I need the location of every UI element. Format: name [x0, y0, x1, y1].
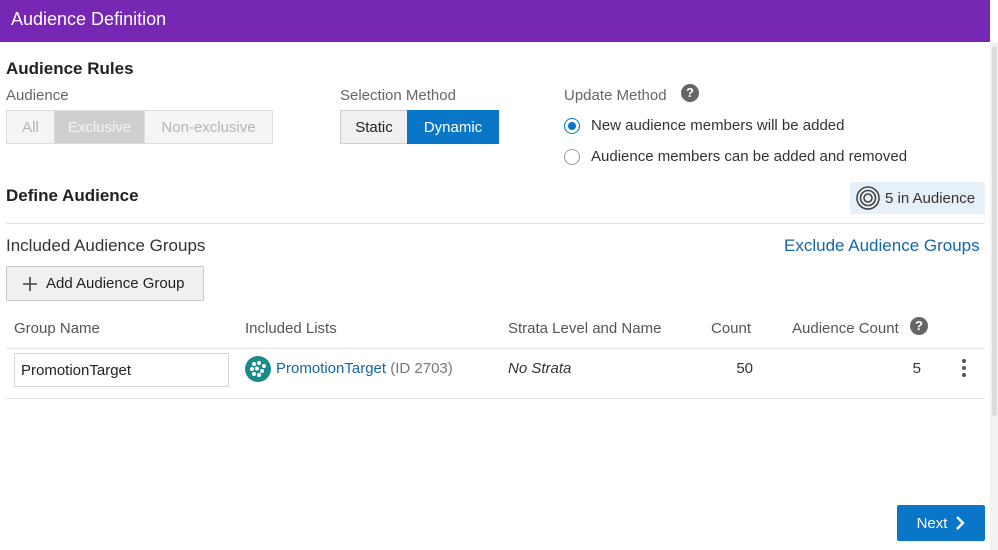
audience-option-non-exclusive[interactable]: Non-exclusive [144, 110, 273, 144]
column-header-count: Count [711, 320, 752, 337]
radio-option-add-remove[interactable]: Audience members can be added and remove… [564, 148, 907, 165]
help-icon[interactable]: ? [910, 317, 928, 335]
radio-option-add-only[interactable]: New audience members will be added [564, 117, 844, 134]
add-audience-group-button[interactable]: Add Audience Group [6, 266, 204, 301]
section-divider [6, 223, 985, 224]
radio-button-selected[interactable] [564, 117, 580, 134]
audience-option-exclusive[interactable]: Exclusive [54, 110, 145, 144]
define-audience-heading: Define Audience [6, 186, 139, 205]
audience-definition-page: Audience Rules Audience All Exclusive No… [6, 0, 985, 550]
strata-cell: No Strata [508, 360, 572, 377]
group-name-input[interactable] [14, 353, 229, 387]
add-audience-group-label: Add Audience Group [46, 275, 185, 292]
scrollbar-thumb[interactable] [992, 46, 997, 416]
column-header-strata: Strata Level and Name [508, 320, 662, 337]
next-button-label: Next [916, 514, 948, 532]
audience-label: Audience [6, 87, 69, 104]
column-header-included-lists: Included Lists [245, 320, 337, 337]
row-actions-menu-icon[interactable] [961, 359, 967, 379]
table-header-divider [6, 348, 985, 349]
radio-label: Audience members can be added and remove… [591, 148, 908, 165]
list-icon [245, 356, 271, 382]
audience-segmented-control: All Exclusive Non-exclusive [6, 110, 273, 144]
audience-rules-heading: Audience Rules [6, 59, 134, 78]
column-header-audience-count: Audience Count [792, 320, 899, 337]
exclude-audience-groups-link[interactable]: Exclude Audience Groups [784, 236, 980, 256]
radio-label: New audience members will be added [591, 117, 845, 134]
chevron-right-icon [956, 516, 966, 530]
radio-button[interactable] [564, 148, 580, 165]
target-icon [856, 186, 880, 210]
help-icon[interactable]: ? [681, 84, 699, 102]
selection-option-dynamic[interactable]: Dynamic [407, 110, 499, 144]
included-list-link[interactable]: PromotionTarget [276, 360, 386, 377]
column-header-group-name: Group Name [14, 320, 100, 337]
update-method-label: Update Method [564, 87, 667, 104]
list-dots-icon [250, 361, 266, 377]
included-groups-title: Included Audience Groups [6, 236, 206, 255]
audience-count-text: 5 in Audience [885, 189, 976, 207]
table-row-divider [6, 398, 985, 399]
selection-method-segmented-control: Static Dynamic [340, 110, 499, 144]
count-cell: 50 [736, 360, 753, 377]
selection-method-label: Selection Method [340, 87, 456, 104]
included-list-cell: PromotionTarget (ID 2703) [276, 360, 453, 377]
audience-count-badge: 5 in Audience [850, 182, 985, 214]
next-button[interactable]: Next [897, 505, 985, 541]
audience-option-all[interactable]: All [6, 110, 55, 144]
plus-icon [23, 276, 37, 291]
included-list-id: (ID 2703) [390, 360, 453, 377]
selection-option-static[interactable]: Static [340, 110, 408, 144]
audience-count-cell: 5 [912, 360, 921, 377]
